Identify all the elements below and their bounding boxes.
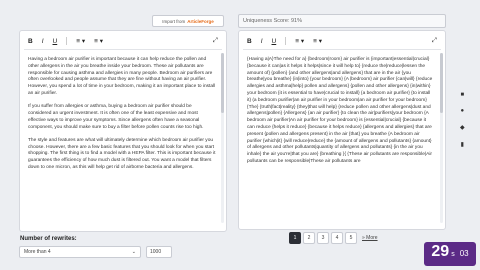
spintax-text[interactable]: {Having a|A}The need for a} {bedroom|roo…	[247, 57, 435, 166]
scrollbar-thumb[interactable]	[440, 53, 443, 113]
source-paragraph: If you suffer from allergies or asthma, …	[28, 104, 204, 130]
source-paragraph: The style and features are what will ult…	[28, 137, 216, 170]
timer-fraction: 03	[459, 249, 469, 258]
editor-toolbar: B I U ≡ ▾ ≡ ▾	[28, 37, 103, 45]
bold-button[interactable]: B	[247, 38, 252, 45]
page-button[interactable]: 4	[331, 232, 343, 244]
underline-button[interactable]: U	[53, 38, 58, 45]
toolbar-divider	[243, 49, 441, 50]
source-paragraph: Having a bedroom air purifier is importa…	[28, 57, 216, 96]
timer-seconds: 29	[431, 243, 450, 260]
rewrites-select-value: More than 4	[24, 249, 51, 255]
uniqueness-score: Uniqueness Score: 91%	[238, 14, 446, 28]
align-button[interactable]: ≡ ▾	[313, 37, 322, 45]
align-button[interactable]: ≡ ▾	[94, 37, 103, 45]
rewrites-select[interactable]: More than 4 ⌄	[19, 246, 141, 258]
italic-button[interactable]: I	[42, 38, 44, 45]
expand-icon[interactable]: ⤢	[432, 37, 437, 45]
page-button[interactable]: 2	[303, 232, 315, 244]
pagination: 1 2 3 4 5 » More	[289, 232, 378, 244]
toolbar-divider	[285, 37, 287, 45]
scrollbar-thumb[interactable]	[221, 53, 224, 113]
italic-button[interactable]: I	[261, 38, 263, 45]
import-brand: ArticleForge	[187, 18, 214, 24]
source-editor[interactable]: B I U ≡ ▾ ≡ ▾ ⤢ Having a bedroom air pur…	[19, 30, 227, 232]
page-button[interactable]: 1	[289, 232, 301, 244]
expand-icon[interactable]: ⤢	[213, 37, 218, 45]
square-icon[interactable]: ■	[461, 92, 465, 98]
spintax-editor[interactable]: B I U ≡ ▾ ≡ ▾ ⤢ {Having a|A}The need for…	[238, 30, 446, 230]
list-button[interactable]: ≡ ▾	[295, 37, 304, 45]
page-button[interactable]: 5	[345, 232, 357, 244]
timer-badge: 29 s 03	[424, 242, 476, 266]
chevron-down-icon: ⌄	[131, 249, 136, 255]
circle-icon[interactable]: ●	[461, 108, 465, 114]
import-button[interactable]: Import from ArticleForge	[152, 15, 224, 27]
more-pages-link[interactable]: » More	[362, 235, 378, 241]
side-toolbar: ■ ● ◆ ▮	[460, 92, 465, 148]
scrollbar[interactable]	[440, 53, 443, 223]
toolbar-divider	[66, 37, 68, 45]
diamond-icon[interactable]: ◆	[460, 124, 465, 131]
bold-button[interactable]: B	[28, 38, 33, 45]
list-button[interactable]: ≡ ▾	[76, 37, 85, 45]
source-text[interactable]: Having a bedroom air purifier is importa…	[28, 57, 216, 178]
page-button[interactable]: 3	[317, 232, 329, 244]
underline-button[interactable]: U	[272, 38, 277, 45]
editor-toolbar: B I U ≡ ▾ ≡ ▾	[247, 37, 322, 45]
rewrites-label: Number of rewrites:	[20, 236, 77, 242]
word-count-input[interactable]: 1000	[146, 246, 172, 258]
timer-unit: s	[451, 251, 455, 258]
scrollbar[interactable]	[221, 53, 224, 223]
import-prefix: Import from	[162, 18, 186, 24]
bar-icon[interactable]: ▮	[461, 141, 464, 148]
toolbar-divider	[24, 49, 222, 50]
